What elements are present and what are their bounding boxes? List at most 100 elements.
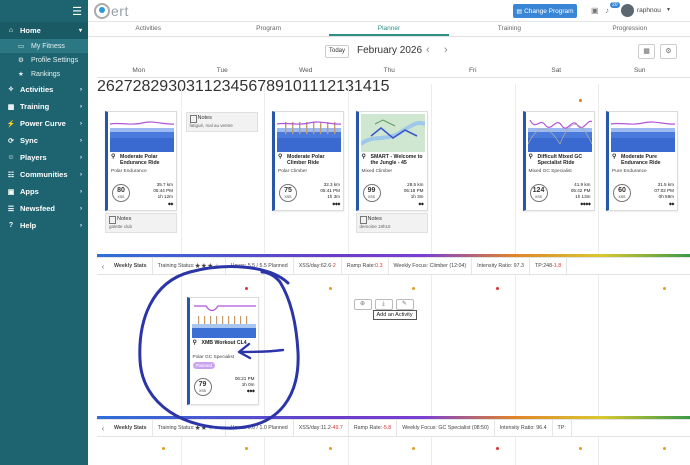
ramp-rate-stat: Ramp Rate: -5.8 [349,420,398,436]
players-icon: ☺ [7,154,15,161]
weekly-stats-title: Weekly Stats [109,420,153,436]
rankings-icon: ★ [18,71,24,78]
star-icon: ★ [213,263,220,270]
workout-title: ⚲ Moderate Polar Endurance Ride [111,154,175,166]
sidebar-item-apps[interactable]: ▣ Apps › [0,183,88,200]
sidebar-item-activities[interactable]: ⟡ Activities › [0,81,88,98]
chevron-left-icon[interactable]: ‹ [97,424,109,433]
day-number[interactable]: 12 [318,78,336,95]
workout-card[interactable]: ⚲ Moderate Polar Endurance Ride Polar Endu… [105,111,177,211]
workout-card[interactable]: ⚲ SMART - Welcome to the Jungle - 45 Mixed… [355,111,428,211]
note-card[interactable]: Notes demoine 18h15 [355,213,428,233]
change-program-label: Change Program [524,7,574,15]
prev-month-icon[interactable]: ‹ [426,44,430,56]
day-number[interactable]: 3 [222,78,231,95]
username[interactable]: raphnou [637,7,661,14]
workout-card[interactable]: ⚲ Moderate Pure Endurance Ride Pure Endura… [606,111,678,211]
day-number[interactable]: 27 [115,78,133,95]
tp-label: TP: [557,425,566,431]
sidebar-subitem-rankings[interactable]: ★ Rankings [0,67,88,81]
day-number[interactable]: 5 [239,78,248,95]
bell-icon[interactable]: ♪ [605,6,609,15]
logo-text: ert [111,3,129,19]
workout-stats: 28.5 km 05:18 PM 1h 3m ◆◆ [404,182,424,207]
day-number[interactable]: 2 [213,78,222,95]
workout-stats: 06:21 PM 1h 0m ◆◆◆ [235,376,255,395]
day-number[interactable]: 15 [372,78,390,95]
tab-program[interactable]: Program [208,22,328,36]
xss-circle: 80 XSS [112,184,130,202]
day-indicator-dot [245,447,248,450]
settings-gear-icon[interactable]: ⚙ [660,44,677,59]
plus-icon[interactable]: ⊕ [353,299,372,310]
sidebar-item-power-curve[interactable]: ⚡ Power Curve › [0,115,88,132]
star-icon: ★ [213,425,220,432]
tab-training[interactable]: Training [449,22,569,36]
main-tabs: Activities Program Planner Training Progress… [88,22,690,37]
day-number[interactable]: 6 [248,78,257,95]
sidebar-subitem-profile-settings[interactable]: ⚙ Profile Settings [0,53,88,67]
sidebar-subitem-label: Rankings [31,70,61,78]
chevron-down-icon[interactable]: ▼ [666,7,671,13]
sidebar-item-communities[interactable]: ☷ Communities › [0,166,88,183]
sidebar-item-training[interactable]: ▦ Training › [0,98,88,115]
sidebar-top: ☰ [0,0,88,22]
photo-icon[interactable]: ▣ [591,6,599,15]
hamburger-icon[interactable]: ☰ [72,5,82,18]
day-number[interactable]: 14 [354,78,372,95]
sidebar-item-players[interactable]: ☺ Players › [0,149,88,166]
day-number[interactable]: 8 [266,78,275,95]
workout-card[interactable]: ⚲ Moderate Polar Climber Ride Polar Climbe… [272,111,344,211]
calendar-grid: 262728293031 1 ⚲ Moderate Polar Endurance R… [97,78,690,465]
day-number[interactable]: 1 [204,78,213,95]
sidebar-item-label: Help [20,221,37,230]
workout-card[interactable]: ⚲ XMB Workout CL4 Polar GC Specialist Plann… [186,297,259,405]
day-number[interactable]: 31 [186,78,204,95]
training-status-label: Training Status: [157,263,195,269]
note-title: Notes [106,214,176,224]
sidebar-item-sync[interactable]: ⟳ Sync › [0,132,88,149]
day-number[interactable]: 9 [275,78,284,95]
sidebar-item-help[interactable]: ? Help › [0,217,88,234]
day-indicator-dot [495,287,499,290]
day-indicator-dot [161,447,165,450]
day-of-week-sat: Sat [551,67,562,74]
sidebar-item-newsfeed[interactable]: ☰ Newsfeed › [0,200,88,217]
chart-view-button[interactable]: ▦ [638,44,655,59]
note-card[interactable]: Notes galette club [105,213,177,233]
day-number[interactable]: 30 [168,78,186,95]
workout-card[interactable]: ⚲ Difficult Mixed GC Specialist Ride Mixed… [522,111,595,211]
weekly-focus-stat: Weekly Focus: Climber (12:04) [389,258,473,274]
note-card[interactable]: Notes fatigué, mal au ventre [185,112,258,132]
day-indicator-dot [328,287,332,290]
day-number[interactable]: 29 [150,78,168,95]
day-number[interactable]: 13 [336,78,354,95]
tab-planner[interactable]: Planner [328,22,450,36]
chevron-left-icon[interactable]: ‹ [97,262,109,271]
bike-icon: ⚲ [278,154,283,160]
app-logo[interactable]: ert [94,3,129,19]
sidebar-subitem-my-fitness[interactable]: ▭ My Fitness [0,39,88,53]
day-indicator-dot [662,287,666,290]
difficulty-diamonds: ◆◆ [668,200,675,206]
day-number[interactable]: 26 [97,78,115,95]
day-number[interactable]: 28 [133,78,151,95]
today-button[interactable]: Today [325,45,349,58]
edit-icon[interactable]: ✎ [395,299,414,310]
day-indicator-dot [412,287,415,290]
day-number[interactable]: 11 [302,78,319,95]
avatar[interactable] [621,4,634,17]
import-icon[interactable]: ⤓ [374,299,393,310]
change-program-button[interactable]: ▤ Change Program [513,4,577,18]
ramp-rate-value: 0.3 [375,263,383,269]
chevron-icon: › [80,120,82,127]
sidebar-menu: ⌂ Home ▾ ▭ My Fitness ⚙ Profile Settings ★ Ranki… [0,22,88,234]
chevron-icon: › [80,103,82,110]
next-month-icon[interactable]: › [444,44,448,56]
sidebar-item-home[interactable]: ⌂ Home ▾ [0,22,88,39]
tab-progression[interactable]: Progression [570,22,690,36]
newsfeed-icon: ☰ [7,205,15,213]
tab-activities[interactable]: Activities [88,22,208,36]
day-number[interactable]: 10 [284,78,302,95]
workout-stats: 31.5 km 07:02 PM 0h 59m ◆◆ [654,182,674,207]
